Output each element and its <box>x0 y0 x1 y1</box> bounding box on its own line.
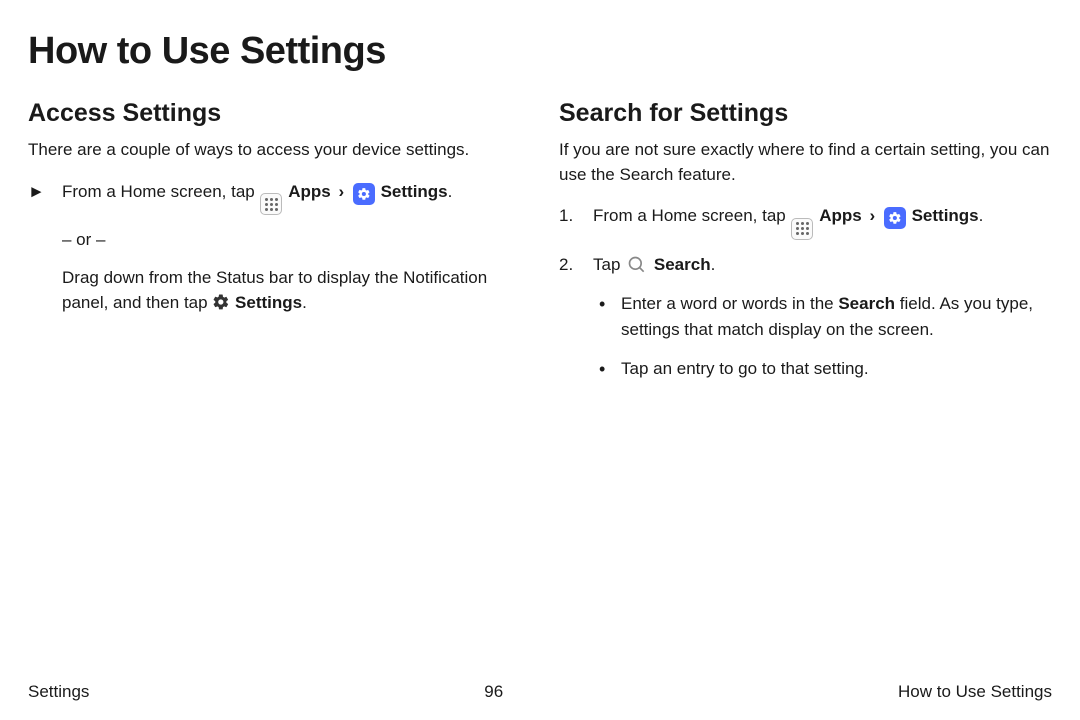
apps-icon <box>260 193 282 215</box>
page-footer: Settings 96 How to Use Settings <box>28 682 1052 702</box>
search-label: Search <box>654 255 711 274</box>
access-settings-intro: There are a couple of ways to access you… <box>28 138 521 163</box>
step-text: Tap <box>593 255 625 274</box>
search-field-label: Search <box>838 294 895 313</box>
search-bullet-1: Enter a word or words in the Search fiel… <box>613 291 1052 342</box>
breadcrumb-separator: › <box>866 206 878 225</box>
page-title: How to Use Settings <box>28 30 1052 73</box>
content-columns: Access Settings There are a couple of wa… <box>28 99 1052 396</box>
search-step-1: From a Home screen, tap Apps › Settings. <box>581 203 1052 240</box>
access-settings-heading: Access Settings <box>28 99 521 128</box>
apps-label: Apps <box>819 206 862 225</box>
right-column: Search for Settings If you are not sure … <box>559 99 1052 396</box>
settings-gear-icon <box>212 293 230 311</box>
settings-gear-icon <box>884 207 906 229</box>
footer-right: How to Use Settings <box>898 682 1052 702</box>
access-step-1: From a Home screen, tap Apps › Settings.… <box>50 179 521 316</box>
or-text: – or – <box>62 227 521 253</box>
search-settings-intro: If you are not sure exactly where to fin… <box>559 138 1052 187</box>
footer-left: Settings <box>28 682 89 702</box>
left-column: Access Settings There are a couple of wa… <box>28 99 521 396</box>
apps-icon <box>791 218 813 240</box>
bullet-text: Enter a word or words in the <box>621 294 838 313</box>
settings-label: Settings <box>912 206 979 225</box>
search-settings-heading: Search for Settings <box>559 99 1052 128</box>
search-substeps: Enter a word or words in the Search fiel… <box>593 291 1052 382</box>
apps-label: Apps <box>288 182 331 201</box>
settings-label: Settings <box>235 293 302 312</box>
search-bullet-2: Tap an entry to go to that setting. <box>613 356 1052 382</box>
settings-gear-icon <box>353 183 375 205</box>
search-step-2: Tap Search. Enter a word or words in the… <box>581 252 1052 382</box>
access-steps: From a Home screen, tap Apps › Settings.… <box>28 179 521 316</box>
step-text: From a Home screen, tap <box>593 206 790 225</box>
settings-label: Settings <box>381 182 448 201</box>
footer-page-number: 96 <box>484 682 503 702</box>
search-icon <box>626 254 648 276</box>
step-text: From a Home screen, tap <box>62 182 259 201</box>
access-step-alt: Drag down from the Status bar to display… <box>62 265 521 316</box>
search-steps: From a Home screen, tap Apps › Settings.… <box>559 203 1052 382</box>
breadcrumb-separator: › <box>335 182 347 201</box>
